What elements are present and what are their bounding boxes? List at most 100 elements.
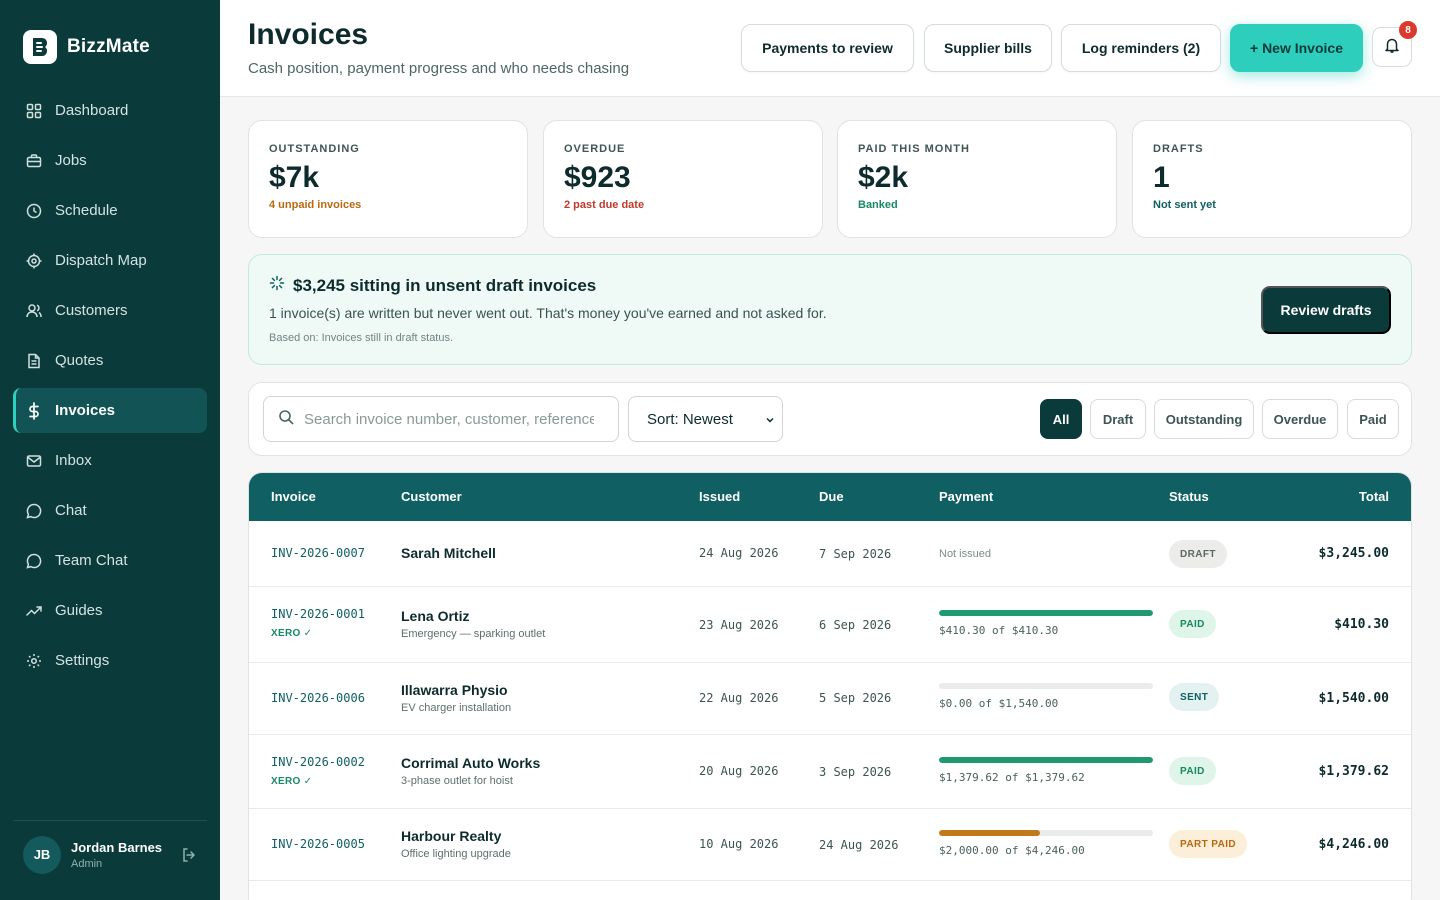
invoice-total: $3,245.00 <box>1318 546 1389 561</box>
user-card[interactable]: JB Jordan Barnes Admin <box>13 820 207 888</box>
filter-chip-outstanding[interactable]: Outstanding <box>1154 399 1254 439</box>
page-subtitle: Cash position, payment progress and who … <box>248 60 630 77</box>
status-badge: PAID <box>1169 610 1216 638</box>
table-row[interactable]: INV-2026-0001 XERO ✓ Lena Ortiz Emergenc… <box>249 587 1411 663</box>
search-box <box>263 396 619 442</box>
invoice-number[interactable]: INV-2026-0007 <box>271 546 365 560</box>
sidebar-item-label: Team Chat <box>55 552 128 569</box>
sidebar: BizzMate Dashboard Jobs Schedule Dispatc… <box>0 0 220 900</box>
brand[interactable]: BizzMate <box>23 30 150 64</box>
status-badge: PAID <box>1169 757 1216 785</box>
sidebar-item-schedule[interactable]: Schedule <box>13 188 207 233</box>
column-header-total[interactable]: Total <box>1359 489 1389 504</box>
log-reminders-button[interactable]: Log reminders (2) <box>1061 24 1221 72</box>
table-row[interactable]: INV-2026-0007 Sarah Mitchell 24 Aug 2026… <box>249 521 1411 587</box>
payments-to-review-button[interactable]: Payments to review <box>741 24 914 72</box>
payment-amount-text: $2,000.00 of $4,246.00 <box>939 844 1085 857</box>
sidebar-item-invoices[interactable]: Invoices <box>13 388 207 433</box>
page-header: Invoices Cash position, payment progress… <box>220 0 1440 97</box>
sidebar-item-team-chat[interactable]: Team Chat <box>13 538 207 583</box>
due-date: 3 Sep 2026 <box>819 765 892 779</box>
page-title: Invoices <box>248 18 369 51</box>
job-description: Office lighting upgrade <box>401 848 511 860</box>
invoice-number[interactable]: INV-2026-0001 <box>271 607 365 621</box>
invoice-total: $1,540.00 <box>1318 691 1389 706</box>
document-icon <box>25 352 43 370</box>
table-row[interactable]: INV-2026-0006 Illawarra Physio EV charge… <box>249 663 1411 735</box>
new-invoice-button[interactable]: + New Invoice <box>1230 24 1363 72</box>
issued-date: 24 Aug 2026 <box>699 546 779 560</box>
sidebar-item-dispatch-map[interactable]: Dispatch Map <box>13 238 207 283</box>
stat-label: DRAFTS <box>1153 143 1204 155</box>
stat-note: Banked <box>858 199 898 211</box>
stat-note: Not sent yet <box>1153 199 1216 211</box>
notifications-button[interactable]: 8 <box>1372 21 1417 67</box>
stat-card-overdue[interactable]: OVERDUE $923 2 past due date <box>543 120 823 238</box>
sidebar-item-customers[interactable]: Customers <box>13 288 207 333</box>
sidebar-item-guides[interactable]: Guides <box>13 588 207 633</box>
issued-date: 20 Aug 2026 <box>699 764 779 778</box>
table-row[interactable]: INV-2026-0005 Harbour Realty Office ligh… <box>249 809 1411 881</box>
column-header-payment[interactable]: Payment <box>939 489 993 504</box>
payment-status-text: Not issued <box>939 548 991 560</box>
table-header: Invoice Customer Issued Due Payment Stat… <box>249 473 1411 521</box>
column-header-invoice[interactable]: Invoice <box>271 489 316 504</box>
sidebar-item-jobs[interactable]: Jobs <box>13 138 207 183</box>
avatar: JB <box>23 835 61 874</box>
sidebar-item-settings[interactable]: Settings <box>13 638 207 683</box>
sidebar-item-label: Dashboard <box>55 102 129 119</box>
stat-note: 2 past due date <box>564 199 645 211</box>
column-header-customer[interactable]: Customer <box>401 489 462 504</box>
filter-chip-overdue[interactable]: Overdue <box>1262 399 1338 439</box>
xero-synced-badge: XERO ✓ <box>271 628 313 639</box>
review-drafts-button[interactable]: Review drafts <box>1261 286 1391 334</box>
logout-icon[interactable] <box>181 847 197 868</box>
sidebar-item-chat[interactable]: Chat <box>13 488 207 533</box>
payment-progress-fill <box>939 610 1153 616</box>
filter-chip-paid[interactable]: Paid <box>1347 399 1399 439</box>
invoice-number[interactable]: INV-2026-0006 <box>271 691 365 705</box>
stat-card-drafts[interactable]: DRAFTS 1 Not sent yet <box>1132 120 1412 238</box>
job-description: EV charger installation <box>401 702 512 714</box>
filter-bar: Sort: Newest All Draft Outstanding Overd… <box>248 382 1412 456</box>
invoice-total: $1,379.62 <box>1318 764 1389 779</box>
status-badge: SENT <box>1169 683 1220 711</box>
search-input[interactable] <box>304 410 594 428</box>
stat-card-paid-this-month[interactable]: PAID THIS MONTH $2k Banked <box>837 120 1117 238</box>
invoice-number[interactable]: INV-2026-0002 <box>271 755 365 769</box>
target-icon <box>25 252 43 270</box>
column-header-issued[interactable]: Issued <box>699 489 740 504</box>
invoice-number[interactable]: INV-2026-0005 <box>271 837 365 851</box>
due-date: 24 Aug 2026 <box>819 838 899 852</box>
payment-progress-bar <box>939 683 1153 689</box>
supplier-bills-button[interactable]: Supplier bills <box>924 24 1052 72</box>
insight-title: $3,245 sitting in unsent draft invoices <box>293 275 597 295</box>
xero-synced-badge: XERO ✓ <box>271 776 313 787</box>
filter-chip-draft[interactable]: Draft <box>1090 399 1146 439</box>
sidebar-item-quotes[interactable]: Quotes <box>13 338 207 383</box>
due-date: 5 Sep 2026 <box>819 691 892 705</box>
column-header-status[interactable]: Status <box>1169 489 1209 504</box>
stat-note: 4 unpaid invoices <box>269 199 362 211</box>
status-badge: DRAFT <box>1169 540 1227 568</box>
user-role: Admin <box>71 857 103 870</box>
sidebar-item-label: Chat <box>55 502 87 519</box>
sidebar-item-label: Settings <box>55 652 110 669</box>
brand-logo-icon <box>23 30 57 64</box>
user-name: Jordan Barnes <box>71 839 163 855</box>
stat-card-outstanding[interactable]: OUTSTANDING $7k 4 unpaid invoices <box>248 120 528 238</box>
column-header-due[interactable]: Due <box>819 489 844 504</box>
customer-name: Illawarra Physio <box>401 682 508 698</box>
customer-name: Harbour Realty <box>401 828 502 844</box>
filter-chip-all[interactable]: All <box>1040 399 1082 439</box>
clock-icon <box>25 202 43 220</box>
dollar-icon <box>25 401 43 420</box>
payment-amount-text: $410.30 of $410.30 <box>939 624 1059 637</box>
bell-icon <box>1383 36 1401 59</box>
sidebar-item-dashboard[interactable]: Dashboard <box>13 88 207 133</box>
stat-label: OUTSTANDING <box>269 143 360 155</box>
sort-select[interactable]: Sort: Newest <box>628 396 783 442</box>
invoice-total: $4,246.00 <box>1318 837 1389 852</box>
sidebar-item-inbox[interactable]: Inbox <box>13 438 207 483</box>
table-row[interactable]: INV-2026-0002 XERO ✓ Corrimal Auto Works… <box>249 735 1411 809</box>
